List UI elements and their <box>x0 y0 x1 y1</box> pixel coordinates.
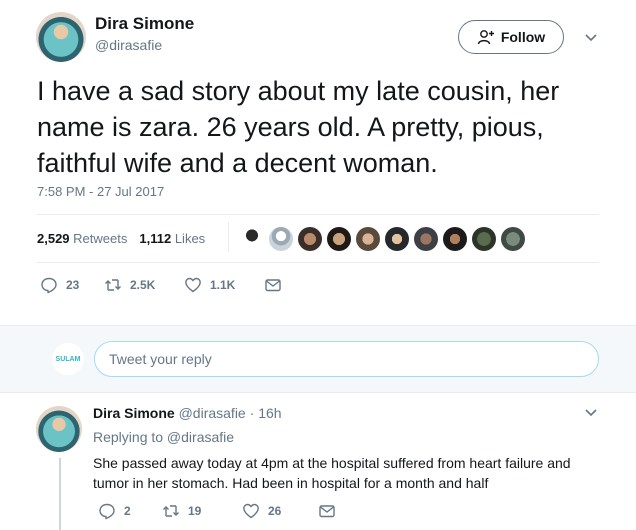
reply-author-name[interactable]: Dira Simone <box>93 405 175 421</box>
liker-avatars <box>240 227 525 251</box>
reply-action[interactable]: 2 <box>98 502 162 520</box>
reply-author-avatar[interactable] <box>36 406 82 452</box>
liker-avatar[interactable] <box>472 227 496 251</box>
divider <box>37 262 599 263</box>
reply-author-handle[interactable]: @dirasafie <box>179 405 246 421</box>
tweet-timestamp[interactable]: 7:58 PM - 27 Jul 2017 <box>37 184 164 199</box>
direct-message-icon <box>265 279 281 292</box>
follow-label: Follow <box>500 29 546 45</box>
liker-avatar[interactable] <box>501 227 525 251</box>
liker-avatar[interactable] <box>385 227 409 251</box>
author-handle[interactable]: @dirasafie <box>95 37 162 53</box>
like-icon <box>185 277 201 293</box>
reply-separator: · <box>249 405 255 421</box>
tweet-actions: 23 2.5K 1.1K <box>40 276 282 294</box>
author-name[interactable]: Dira Simone <box>95 14 194 34</box>
divider <box>228 222 229 252</box>
like-action[interactable]: 1.1K <box>184 276 264 294</box>
liker-avatar[interactable] <box>414 227 438 251</box>
like-count: 1.1K <box>210 278 236 292</box>
thread-line <box>59 458 61 530</box>
follow-person-icon <box>477 30 494 45</box>
liker-avatar[interactable] <box>327 227 351 251</box>
liker-avatar[interactable] <box>443 227 467 251</box>
direct-message-action[interactable] <box>264 276 282 294</box>
reply-time[interactable]: 16h <box>258 405 281 421</box>
retweet-icon <box>105 279 121 291</box>
liker-avatar[interactable] <box>269 227 293 251</box>
reply-icon <box>41 277 57 294</box>
likes-label: Likes <box>174 231 206 246</box>
retweet-action[interactable]: 2.5K <box>104 276 184 294</box>
retweets-label: Retweets <box>73 231 128 246</box>
retweet-count: 19 <box>188 504 202 518</box>
retweets-stat[interactable]: 2,529 Retweets <box>37 231 127 246</box>
reply-count: 23 <box>66 278 80 292</box>
like-icon <box>243 503 259 519</box>
likes-stat[interactable]: 1,112 Likes <box>139 231 205 246</box>
likes-count: 1,112 <box>139 231 172 246</box>
retweet-count: 2.5K <box>130 278 156 292</box>
retweet-icon <box>163 505 179 517</box>
reply-input[interactable] <box>94 341 599 377</box>
tweet-text: I have a sad story about my late cousin,… <box>37 76 560 178</box>
reply-text: She passed away today at 4pm at the hosp… <box>93 455 571 491</box>
author-avatar[interactable] <box>36 12 86 62</box>
follow-button[interactable]: Follow <box>458 20 564 54</box>
tweet-stats: 2,529 Retweets 1,112 Likes <box>37 231 205 246</box>
reply-header: Dira Simone @dirasafie · 16h <box>93 405 282 421</box>
direct-message-icon <box>319 505 335 518</box>
like-count: 26 <box>268 504 282 518</box>
retweets-count: 2,529 <box>37 231 70 246</box>
divider <box>37 214 599 215</box>
reply-icon <box>99 503 115 520</box>
reply-action[interactable]: 23 <box>40 276 104 294</box>
liker-avatar[interactable] <box>356 227 380 251</box>
chevron-down-icon[interactable] <box>584 405 598 419</box>
like-action[interactable]: 26 <box>242 502 318 520</box>
chevron-down-icon[interactable] <box>584 30 598 44</box>
liker-avatar[interactable] <box>298 227 322 251</box>
reply-count: 2 <box>124 504 131 518</box>
current-user-avatar[interactable]: SULAM <box>52 343 84 375</box>
reply-actions: 2 19 26 <box>98 502 336 520</box>
direct-message-action[interactable] <box>318 502 336 520</box>
current-user-avatar-text: SULAM <box>55 355 81 363</box>
retweet-action[interactable]: 19 <box>162 502 242 520</box>
replying-to: Replying to @dirasafie <box>93 429 235 445</box>
liker-avatar[interactable] <box>240 227 264 251</box>
